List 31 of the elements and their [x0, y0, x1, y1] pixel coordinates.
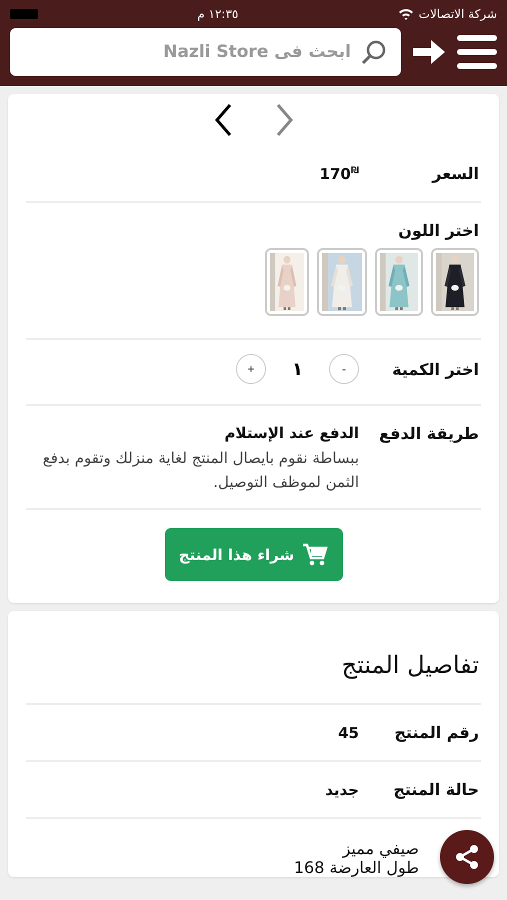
wifi-icon [398, 8, 414, 20]
detail-label: حالة المنتج [392, 780, 479, 799]
increase-button[interactable]: + [236, 354, 266, 384]
color-label: اختر اللون [398, 221, 479, 240]
search-icon [361, 39, 387, 65]
battery-icon [10, 9, 38, 19]
color-option[interactable] [317, 248, 367, 316]
decrease-button[interactable]: - [329, 354, 359, 384]
quantity-label: اختر الكمية [391, 360, 479, 378]
detail-label: رقم المنتج [393, 723, 479, 742]
description-line: صيفي مميز [341, 839, 419, 858]
carrier-name: شركة الاتصالات [418, 7, 497, 21]
payment-label: طريقة الدفع [378, 424, 479, 443]
share-icon [453, 843, 481, 871]
search-field[interactable]: ابحث فى Nazli Store [10, 28, 401, 76]
menu-icon[interactable] [457, 35, 497, 69]
arrow-right-icon[interactable] [411, 37, 447, 67]
payment-description: ببساطة نقوم بايصال المنتج لغاية منزلك وتقوم بدفع الثمن لموظف التوصيل. [42, 448, 359, 493]
detail-value: جديد [325, 780, 359, 798]
color-option[interactable] [265, 248, 309, 316]
description-line: طول العارضة 168 [292, 858, 419, 877]
price-label: السعر [430, 164, 479, 183]
color-option[interactable] [375, 248, 423, 316]
details-title: تفاصيل المنتج [26, 611, 481, 705]
cart-icon [302, 542, 328, 566]
detail-value: 45 [338, 724, 359, 742]
payment-method: الدفع عند الإستلام [223, 424, 359, 442]
clock-time: ١٢:٣٥ م [197, 7, 238, 21]
quantity-value: ١ [292, 358, 303, 380]
price-value: 170$^{₪}$ [320, 164, 359, 182]
color-option[interactable] [431, 248, 479, 316]
